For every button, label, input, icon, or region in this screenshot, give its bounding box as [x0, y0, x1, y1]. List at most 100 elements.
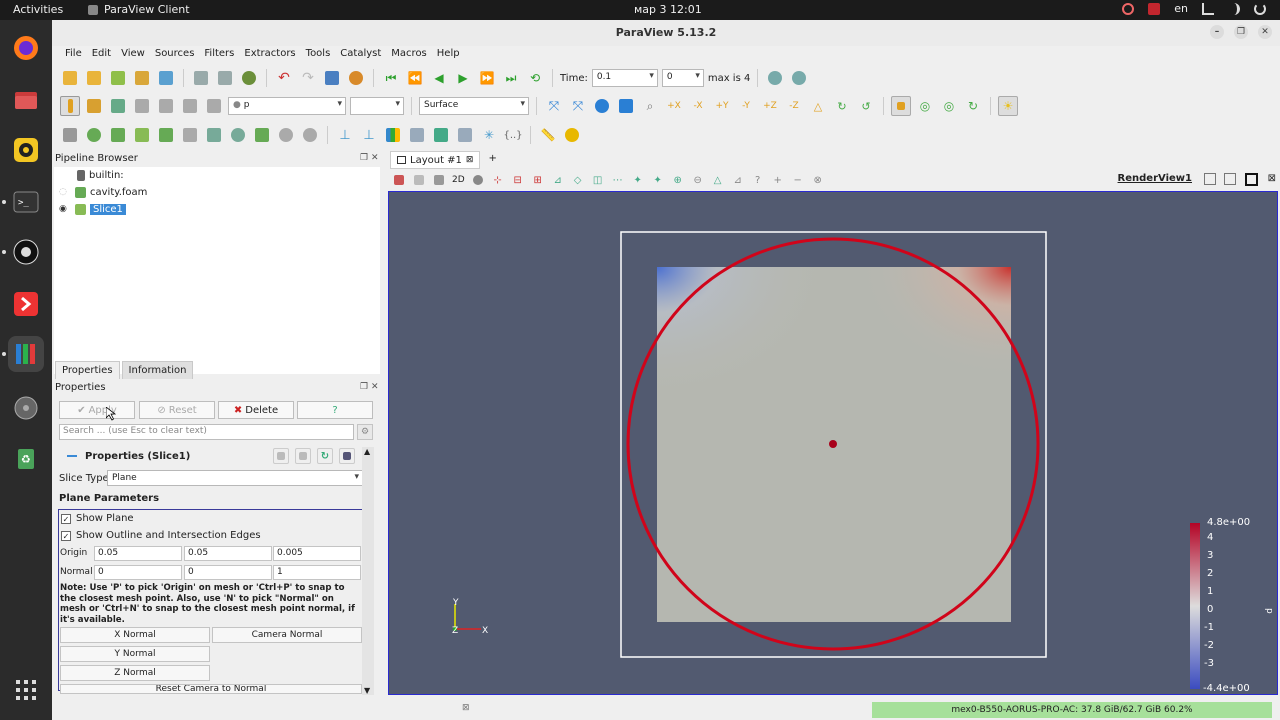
- clip-icon[interactable]: [108, 125, 128, 145]
- hover-points-icon[interactable]: ✦: [631, 173, 645, 187]
- close-tab-icon[interactable]: ⊠: [466, 155, 474, 165]
- color-by-combo[interactable]: ● p: [228, 97, 346, 115]
- menu-macros[interactable]: Macros: [386, 46, 431, 64]
- python-calculator-icon[interactable]: [407, 125, 427, 145]
- temporal-icon[interactable]: ✳: [479, 125, 499, 145]
- clock[interactable]: мар 3 12:01: [634, 3, 702, 16]
- clear-selection-icon[interactable]: ⊗: [811, 173, 825, 187]
- center-axes-icon[interactable]: [891, 96, 911, 116]
- first-frame-icon[interactable]: ⏮: [381, 68, 401, 88]
- tab-properties[interactable]: Properties: [55, 361, 120, 379]
- time-value-combo[interactable]: 0.1: [591, 69, 658, 87]
- loop-icon[interactable]: ⟲: [525, 68, 545, 88]
- origin-z-input[interactable]: 0.005: [273, 546, 361, 561]
- play-icon[interactable]: ▶: [453, 68, 473, 88]
- open-recent-icon[interactable]: [84, 68, 104, 88]
- menu-extractors[interactable]: Extractors: [239, 46, 300, 64]
- system-tray[interactable]: en: [1122, 2, 1266, 15]
- reset-center-icon[interactable]: ◎: [939, 96, 959, 116]
- select-points-icon[interactable]: ⊟: [511, 173, 525, 187]
- normal-x-input[interactable]: 0: [94, 565, 182, 580]
- close-button[interactable]: ✕: [1258, 25, 1272, 39]
- add-layout-tab[interactable]: +: [480, 151, 504, 169]
- view-plus-y-icon[interactable]: +Y: [712, 96, 732, 116]
- language-indicator[interactable]: en: [1174, 2, 1188, 15]
- undo-icon[interactable]: ↶: [274, 68, 294, 88]
- view-minus-y-icon[interactable]: -Y: [736, 96, 756, 116]
- volume-icon[interactable]: [1228, 2, 1240, 15]
- undock-icon[interactable]: ❐: [360, 153, 368, 163]
- close-dock-icon[interactable]: ✕: [371, 153, 379, 163]
- contour-icon[interactable]: [84, 125, 104, 145]
- eye-hidden-icon[interactable]: ◌: [59, 187, 69, 197]
- select-cells-icon[interactable]: ⊹: [491, 173, 505, 187]
- disk-icon[interactable]: [8, 390, 44, 426]
- redo-icon[interactable]: ↷: [298, 68, 318, 88]
- menu-tools[interactable]: Tools: [301, 46, 336, 64]
- integrate-variables-icon[interactable]: [431, 125, 451, 145]
- title-bar[interactable]: ParaView 5.13.2 – ❐ ✕: [52, 20, 1280, 46]
- files-icon[interactable]: [8, 82, 44, 118]
- properties-scrollbar[interactable]: ▲ ▼: [362, 447, 374, 695]
- app-menu[interactable]: ParaView Client: [88, 3, 190, 16]
- protractor-icon[interactable]: [562, 125, 582, 145]
- zoom-closest-icon[interactable]: [789, 68, 809, 88]
- menu-view[interactable]: View: [116, 46, 150, 64]
- select-frustum-icon[interactable]: ⊞: [531, 173, 545, 187]
- light-kit-icon[interactable]: ☀: [998, 96, 1018, 116]
- rhythmbox-icon[interactable]: [8, 132, 44, 168]
- play-backward-icon[interactable]: ◀: [429, 68, 449, 88]
- connect-icon[interactable]: [191, 68, 211, 88]
- origin-x-input[interactable]: 0.05: [94, 546, 182, 561]
- isometric-view-icon[interactable]: △: [808, 96, 828, 116]
- query-icon[interactable]: ?: [751, 173, 765, 187]
- last-frame-icon[interactable]: ⏭: [501, 68, 521, 88]
- tab-information[interactable]: Information: [121, 361, 194, 379]
- activities-button[interactable]: Activities: [13, 3, 63, 16]
- eye-visible-icon[interactable]: ◉: [59, 204, 69, 214]
- origin-y-input[interactable]: 0.05: [184, 546, 272, 561]
- clear-status-icon[interactable]: ⊠: [462, 703, 470, 713]
- view-plus-x-icon[interactable]: +X: [664, 96, 684, 116]
- rotate-minus-90-icon[interactable]: ↺: [856, 96, 876, 116]
- reset-camera-icon[interactable]: ⤧: [544, 96, 564, 116]
- show-outline-checkbox[interactable]: ✓ Show Outline and Intersection Edges: [61, 530, 261, 541]
- maximize-view-icon[interactable]: [1245, 173, 1258, 186]
- help-button[interactable]: ?: [297, 401, 373, 419]
- group-datasets-icon[interactable]: [276, 125, 296, 145]
- reset-camera-normal-button[interactable]: Reset Camera to Normal: [60, 684, 362, 694]
- warp-by-vector-icon[interactable]: [252, 125, 272, 145]
- glyph-icon[interactable]: [204, 125, 224, 145]
- previous-frame-icon[interactable]: ⏪: [405, 68, 425, 88]
- render-view-name[interactable]: RenderView1: [1118, 173, 1192, 184]
- rescale-time-icon[interactable]: [204, 96, 224, 116]
- python-annotation-icon[interactable]: {..}: [503, 125, 523, 145]
- copy-icon[interactable]: [273, 448, 289, 464]
- menu-catalyst[interactable]: Catalyst: [335, 46, 386, 64]
- camera-link-icon[interactable]: [412, 173, 426, 187]
- interactive-select-icon[interactable]: ⋯: [611, 173, 625, 187]
- select-block-icon[interactable]: ◫: [591, 173, 605, 187]
- component-combo[interactable]: [350, 97, 404, 115]
- tree-item-cavity-foam[interactable]: ◌ cavity.foam: [54, 184, 380, 200]
- trash-icon[interactable]: ♻: [8, 440, 44, 476]
- z-normal-button[interactable]: Z Normal: [60, 665, 210, 681]
- network-icon[interactable]: [1202, 2, 1214, 15]
- capture-screenshot-icon[interactable]: [392, 173, 406, 187]
- normal-z-input[interactable]: 1: [273, 565, 361, 580]
- 2d-toggle[interactable]: 2D: [452, 175, 465, 185]
- menu-filters[interactable]: Filters: [199, 46, 239, 64]
- reset-camera-closest-icon[interactable]: ⤧: [568, 96, 588, 116]
- minimize-button[interactable]: –: [1210, 25, 1224, 39]
- auto-apply-icon[interactable]: [239, 68, 259, 88]
- slice-icon[interactable]: [132, 125, 152, 145]
- tab-layout-1[interactable]: Layout #1 ⊠: [390, 151, 481, 169]
- recording-icon[interactable]: [1148, 2, 1161, 15]
- add-selection-icon[interactable]: +: [771, 173, 785, 187]
- hover-cells-icon[interactable]: ✦: [651, 173, 665, 187]
- toggle-color-legend-icon[interactable]: [60, 96, 80, 116]
- load-state-icon[interactable]: [156, 68, 176, 88]
- menu-file[interactable]: File: [60, 46, 87, 64]
- obs-icon[interactable]: [8, 234, 44, 270]
- save-data-icon[interactable]: [108, 68, 128, 88]
